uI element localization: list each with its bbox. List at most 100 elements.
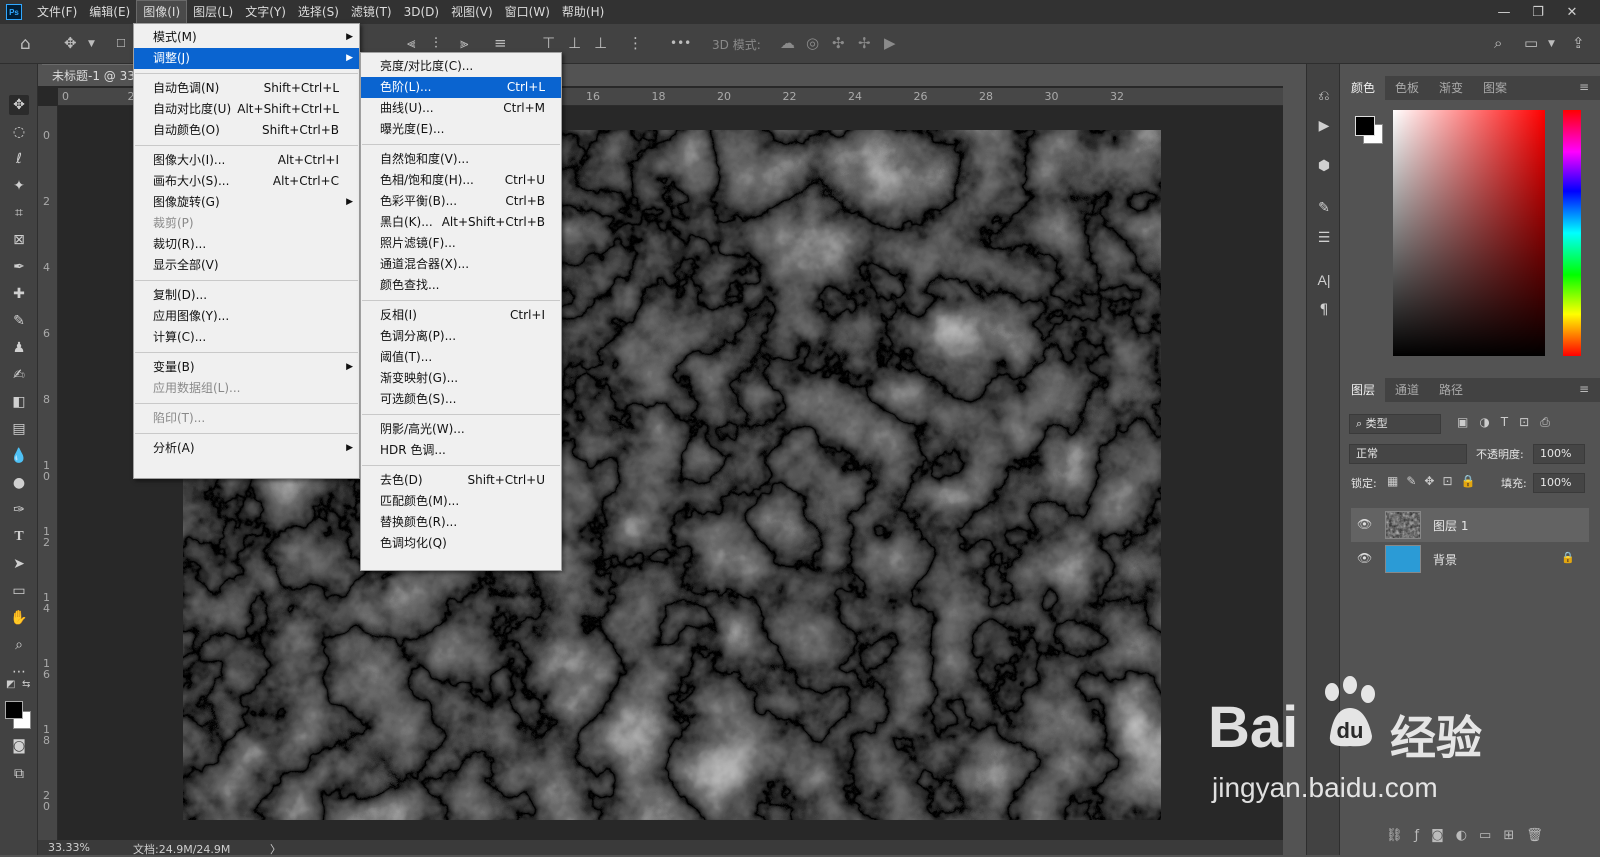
opacity-input[interactable]: 100%	[1533, 444, 1585, 464]
panel-menu-icon[interactable]: ≡	[1579, 80, 1589, 94]
menu-window[interactable]: 窗口(W)	[499, 0, 556, 24]
character-icon[interactable]: A|	[1315, 272, 1333, 290]
tab-color[interactable]: 颜色	[1341, 76, 1386, 100]
distribute-icon[interactable]: ≡	[494, 34, 507, 52]
layer-filter-icons[interactable]: ▣◑T⊡⎙	[1457, 415, 1561, 430]
type-tool-icon[interactable]: T	[9, 527, 29, 547]
workspace-icon[interactable]: ▭	[1524, 34, 1538, 52]
layers-bottom-icons[interactable]: ⛓ƒ◙◐▭⊞🗑	[1386, 828, 1555, 843]
menu-item[interactable]: 图像大小(I)... Alt+Ctrl+I	[134, 150, 359, 171]
menu-item[interactable]: 色彩平衡(B)... Ctrl+B	[361, 191, 561, 212]
menu-file[interactable]: 文件(F)	[31, 0, 83, 24]
zoom-level[interactable]: 33.33%	[48, 841, 90, 854]
menu-item[interactable]: 黑白(K)... Alt+Shift+Ctrl+B	[361, 212, 561, 233]
foreground-color-swatch[interactable]	[1355, 116, 1375, 136]
restore-icon[interactable]: ❐	[1521, 0, 1555, 24]
distribute-vertical-icon[interactable]: ⋮	[628, 34, 643, 52]
actions-play-icon[interactable]: ▶	[1315, 118, 1333, 136]
menu-item[interactable]: 阴影/高光(W)...	[361, 419, 561, 440]
menu-item[interactable]: 自动对比度(U) Alt+Shift+Ctrl+L	[134, 99, 359, 120]
zoom-tool-icon[interactable]: ⌕	[9, 635, 29, 655]
eraser-tool-icon[interactable]: ◧	[9, 392, 29, 412]
align-top-icon[interactable]: ⊤	[542, 34, 555, 52]
crop-tool-icon[interactable]: ⌗	[9, 203, 29, 223]
menu-help[interactable]: 帮助(H)	[556, 0, 610, 24]
screen-mode-icon[interactable]: ⧉	[9, 764, 29, 784]
3d-camera-icon[interactable]: ▶	[884, 34, 896, 52]
move-tool-icon[interactable]: ✥	[9, 95, 29, 115]
menu-item[interactable]: 裁切(R)...	[134, 234, 359, 255]
menu-filter[interactable]: 滤镜(T)	[345, 0, 398, 24]
align-bottom-icon[interactable]: ⊥	[594, 34, 607, 52]
layer-name[interactable]: 图层 1	[1433, 517, 1468, 534]
menu-item[interactable]: 阈值(T)...	[361, 347, 561, 368]
menu-edit[interactable]: 编辑(E)	[83, 0, 136, 24]
menu-item[interactable]: 模式(M) ▶	[134, 27, 359, 48]
brush-tool-icon[interactable]: ✎	[9, 311, 29, 331]
3d-slide-icon[interactable]: ✢	[858, 34, 871, 52]
menu-item[interactable]: 去色(D) Shift+Ctrl+U	[361, 470, 561, 491]
visibility-eye-icon[interactable]: 👁	[1357, 551, 1372, 565]
menu-3d[interactable]: 3D(D)	[398, 0, 445, 24]
tab-channels[interactable]: 通道	[1385, 378, 1429, 402]
menu-item[interactable]: 自然饱和度(V)...	[361, 149, 561, 170]
tab-gradients[interactable]: 渐变	[1429, 76, 1473, 100]
menu-item[interactable]: 色阶(L)... Ctrl+L	[361, 77, 561, 98]
menu-item[interactable]: HDR 色调...	[361, 440, 561, 461]
layers-panel-menu-icon[interactable]: ≡	[1579, 382, 1589, 396]
search-icon[interactable]: ⌕	[1494, 34, 1502, 52]
align-left-icon[interactable]: ⫷	[407, 34, 415, 52]
3d-orbit-icon[interactable]: ☁	[780, 34, 795, 52]
menu-item[interactable]: 色相/饱和度(H)... Ctrl+U	[361, 170, 561, 191]
menu-view[interactable]: 视图(V)	[445, 0, 499, 24]
chevron-down-icon[interactable]: ▼	[88, 39, 95, 49]
dodge-tool-icon[interactable]: ●	[9, 473, 29, 493]
menu-item[interactable]: 显示全部(V)	[134, 255, 359, 276]
menu-item[interactable]: 复制(D)...	[134, 285, 359, 306]
tab-swatches[interactable]: 色板	[1385, 76, 1429, 100]
hand-tool-icon[interactable]: ✋	[9, 608, 29, 628]
menu-item[interactable]: 颜色查找...	[361, 275, 561, 296]
foreground-color-swatch[interactable]	[5, 701, 23, 719]
close-icon[interactable]: ✕	[1555, 0, 1589, 24]
menu-select[interactable]: 选择(S)	[292, 0, 345, 24]
menu-item[interactable]: 图像旋转(G) ▶	[134, 192, 359, 213]
menu-item[interactable]: 通道混合器(X)...	[361, 254, 561, 275]
layer-filter-select[interactable]: ⌕ 类型	[1349, 414, 1441, 434]
color-picker-field[interactable]	[1393, 110, 1545, 356]
tab-layers[interactable]: 图层	[1341, 378, 1386, 402]
menu-item[interactable]: 自动色调(N) Shift+Ctrl+L	[134, 78, 359, 99]
lasso-tool-icon[interactable]: ℓ	[9, 149, 29, 169]
menu-item[interactable]: 计算(C)...	[134, 327, 359, 348]
fill-input[interactable]: 100%	[1533, 473, 1585, 493]
rectangle-tool-icon[interactable]: ▭	[9, 581, 29, 601]
healing-brush-icon[interactable]: ✚	[9, 284, 29, 304]
history-icon[interactable]: ⎌	[1315, 88, 1333, 106]
document-tab[interactable]: 未标题-1 @ 33	[42, 64, 142, 86]
menu-image[interactable]: 图像(I)	[136, 0, 188, 24]
3d-roll-icon[interactable]: ◎	[806, 34, 819, 52]
more-options-icon[interactable]: •••	[670, 36, 691, 50]
align-right-icon[interactable]: ⫸	[460, 34, 468, 52]
menu-layer[interactable]: 图层(L)	[187, 0, 239, 24]
marquee-tool-icon[interactable]: ◌	[9, 122, 29, 142]
menu-type[interactable]: 文字(Y)	[239, 0, 292, 24]
minimize-icon[interactable]: —	[1487, 0, 1521, 24]
path-selection-icon[interactable]: ➤	[9, 554, 29, 574]
lock-icons[interactable]: ▦✎✥⊡🔒	[1387, 474, 1483, 488]
default-colors-icon[interactable]: ◩	[6, 679, 15, 690]
menu-item[interactable]: 替换颜色(R)...	[361, 512, 561, 533]
eyedropper-icon[interactable]: ✒	[9, 257, 29, 277]
hue-slider[interactable]	[1563, 110, 1581, 356]
tab-patterns[interactable]: 图案	[1473, 76, 1517, 100]
layer-row[interactable]: 👁 图层 1	[1351, 508, 1589, 542]
workspace-chevron-icon[interactable]: ▼	[1548, 39, 1555, 49]
history-brush-icon[interactable]: ✍	[9, 365, 29, 385]
menu-item[interactable]: 色调均化(Q)	[361, 533, 561, 554]
menu-item[interactable]: 变量(B) ▶	[134, 357, 359, 378]
gradient-tool-icon[interactable]: ▤	[9, 419, 29, 439]
layer-row[interactable]: 👁 背景 🔒	[1351, 542, 1589, 576]
tab-paths[interactable]: 路径	[1429, 378, 1473, 402]
quick-mask-icon[interactable]: ◙	[9, 736, 29, 756]
layer-name[interactable]: 背景	[1433, 551, 1457, 568]
